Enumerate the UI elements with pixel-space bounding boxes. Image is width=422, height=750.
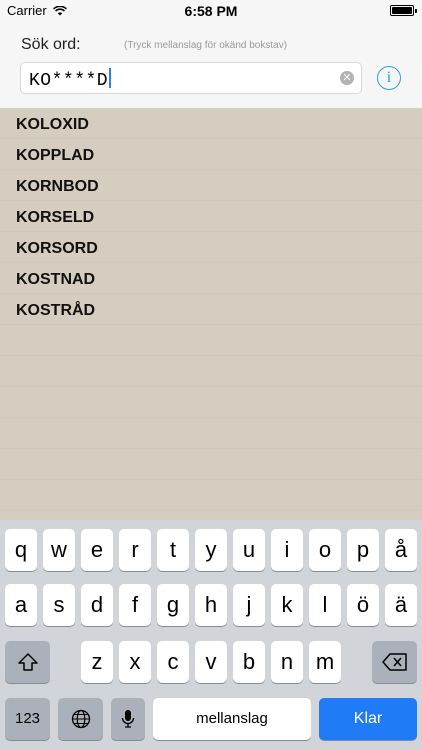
results-list: KOLOXID KOPPLAD KORNBOD KORSELD KORSORD … xyxy=(0,108,422,520)
key-aa[interactable]: å xyxy=(385,529,417,571)
key-q[interactable]: q xyxy=(5,529,37,571)
list-item[interactable]: KOSTRÅD xyxy=(16,302,95,320)
key-l[interactable]: l xyxy=(309,584,341,626)
shift-icon xyxy=(17,653,38,671)
key-z[interactable]: z xyxy=(81,641,113,683)
keyboard: q w e r t y u i o p å a s d f g h j k l … xyxy=(0,520,422,750)
space-key[interactable]: mellanslag xyxy=(153,698,311,740)
key-p[interactable]: p xyxy=(347,529,379,571)
numbers-key[interactable]: 123 xyxy=(5,698,50,740)
key-d[interactable]: d xyxy=(81,584,113,626)
key-ae[interactable]: ä xyxy=(385,584,417,626)
search-input[interactable]: KO****D ✕ xyxy=(20,62,362,94)
dictation-key[interactable] xyxy=(111,698,145,740)
info-icon[interactable]: i xyxy=(377,66,401,90)
key-x[interactable]: x xyxy=(119,641,151,683)
key-w[interactable]: w xyxy=(43,529,75,571)
globe-icon xyxy=(71,709,90,729)
search-header: Sök ord: (Tryck mellanslag för okänd bok… xyxy=(0,22,422,108)
status-bar: Carrier 6:58 PM xyxy=(0,0,422,22)
key-n[interactable]: n xyxy=(271,641,303,683)
key-r[interactable]: r xyxy=(119,529,151,571)
clock: 6:58 PM xyxy=(184,3,238,19)
key-a[interactable]: a xyxy=(5,584,37,626)
key-k[interactable]: k xyxy=(271,584,303,626)
key-h[interactable]: h xyxy=(195,584,227,626)
key-o[interactable]: o xyxy=(309,529,341,571)
list-item[interactable]: KOSTNAD xyxy=(16,271,95,289)
search-label: Sök ord: xyxy=(21,36,81,53)
list-item[interactable]: KOPPLAD xyxy=(16,147,94,165)
key-j[interactable]: j xyxy=(233,584,265,626)
search-value: KO****D xyxy=(29,68,112,91)
key-e[interactable]: e xyxy=(81,529,113,571)
list-item[interactable]: KOLOXID xyxy=(16,116,89,134)
shift-key[interactable] xyxy=(5,641,50,683)
list-item[interactable]: KORSORD xyxy=(16,240,98,258)
battery-icon xyxy=(390,5,417,16)
key-y[interactable]: y xyxy=(195,529,227,571)
key-f[interactable]: f xyxy=(119,584,151,626)
key-g[interactable]: g xyxy=(157,584,189,626)
key-oe[interactable]: ö xyxy=(347,584,379,626)
text-caret xyxy=(109,68,112,88)
list-item[interactable]: KORSELD xyxy=(16,209,94,227)
key-t[interactable]: t xyxy=(157,529,189,571)
key-s[interactable]: s xyxy=(43,584,75,626)
key-i[interactable]: i xyxy=(271,529,303,571)
list-item[interactable]: KORNBOD xyxy=(16,178,99,196)
microphone-icon xyxy=(121,710,135,728)
key-m[interactable]: m xyxy=(309,641,341,683)
done-key[interactable]: Klar xyxy=(319,698,417,740)
globe-key[interactable] xyxy=(58,698,103,740)
backspace-icon xyxy=(381,653,407,671)
clear-circle-icon[interactable]: ✕ xyxy=(340,71,354,85)
key-v[interactable]: v xyxy=(195,641,227,683)
key-u[interactable]: u xyxy=(233,529,265,571)
delete-key[interactable] xyxy=(372,641,417,683)
key-b[interactable]: b xyxy=(233,641,265,683)
key-c[interactable]: c xyxy=(157,641,189,683)
search-hint: (Tryck mellanslag för okänd bokstav) xyxy=(124,40,288,51)
